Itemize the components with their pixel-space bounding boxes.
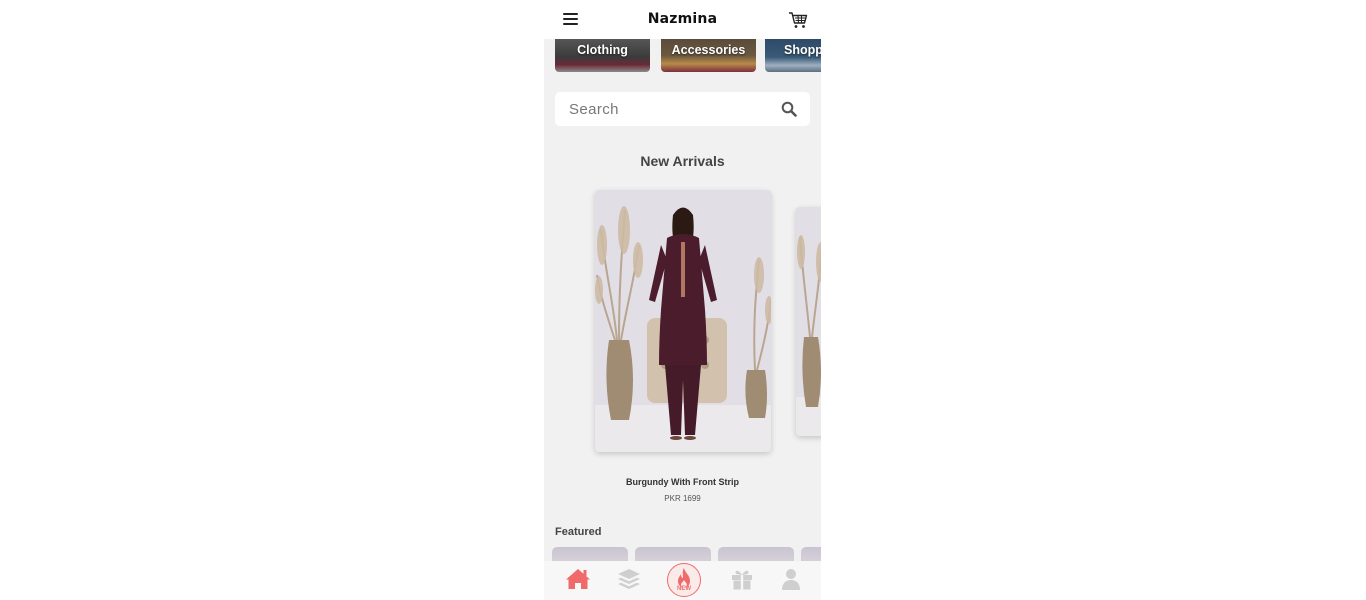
gift-icon[interactable] [729,567,755,591]
category-label: Shopp [784,43,821,57]
product-name[interactable]: Burgundy With Front Strip [544,477,821,487]
product-price: PKR 1699 [664,494,701,503]
app-screen: Nazmina Clothing Accessories Shopp Searc… [544,0,821,600]
cart-icon[interactable] [788,10,808,30]
category-label: Clothing [577,43,628,57]
search-input[interactable]: Search [555,92,810,126]
category-shopping[interactable]: Shopp [765,39,821,72]
category-clothing[interactable]: Clothing [555,39,650,72]
category-accessories[interactable]: Accessories [661,39,756,72]
bottom-nav: NEW [544,561,821,600]
product-image [595,190,771,452]
product-image [796,207,821,436]
user-icon[interactable] [778,567,804,591]
search-icon[interactable] [781,101,797,117]
search-placeholder: Search [569,101,619,118]
new-arrivals-nav-button[interactable]: NEW [667,563,701,597]
top-bar: Nazmina [544,0,821,39]
section-title-new-arrivals: New Arrivals [640,153,725,169]
new-label: NEW [677,586,691,592]
brand-title: Nazmina [647,11,718,27]
product-card-next[interactable] [796,207,821,436]
home-icon[interactable] [565,567,591,591]
category-strip: Clothing Accessories Shopp [555,39,821,73]
product-card[interactable] [595,190,771,452]
layers-icon[interactable] [616,567,642,591]
section-title-featured: Featured [555,526,602,538]
category-label: Accessories [671,43,746,57]
